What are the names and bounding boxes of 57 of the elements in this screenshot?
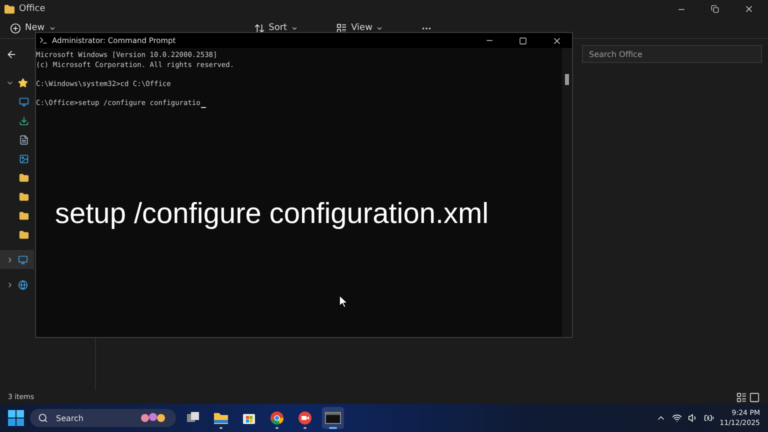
folder-icon [19,230,29,240]
volume-icon[interactable] [688,413,698,423]
camera-icon [298,411,312,425]
sort-icon [254,22,265,34]
restore-icon [711,5,719,13]
folder-icon [19,192,29,202]
scrollbar-thumb[interactable] [565,74,569,85]
plus-icon [10,22,21,34]
close-icon [744,4,754,14]
desktop-icon [19,96,29,106]
battery-icon[interactable] [704,413,714,423]
tiles-view-icon[interactable] [749,392,760,402]
browser-icon [270,411,284,425]
search-icon [38,413,48,423]
maximize-icon [519,36,527,44]
details-view-icon[interactable] [736,392,747,402]
chevron-icon[interactable] [6,256,14,264]
download-icon [19,116,29,126]
store-icon [242,411,256,425]
text-cursor [201,106,206,108]
window-title: Office [19,4,46,14]
sidebar-item[interactable] [0,250,34,269]
search-field[interactable]: Search Office [582,45,762,63]
folder-icon [4,4,15,14]
network-icon [18,280,28,290]
console-icon [39,36,48,45]
wifi-icon[interactable] [672,413,682,423]
folder-icon [19,210,29,220]
dropdown-icon [291,24,298,32]
running-indicator [220,427,222,429]
running-indicator [304,427,306,429]
caption: setup /configure configuration.xml [55,198,489,231]
balloons-icon [140,412,168,424]
running-indicator [329,427,337,429]
picture-icon [19,154,29,164]
start-icon[interactable] [8,410,24,426]
folder-icon [19,172,29,182]
back-icon[interactable] [6,48,17,60]
dropdown-icon [376,24,384,32]
star-icon [18,78,28,88]
dropdown-icon [48,24,56,32]
taskbar-search-bar[interactable]: Search [30,409,176,427]
close-icon [552,36,562,46]
running-indicator [276,427,278,429]
chevron-icon[interactable] [6,280,14,288]
new-button[interactable]: New [10,22,56,34]
view-button[interactable]: View [336,22,384,34]
document-icon [19,134,29,144]
sort-button[interactable]: Sort [254,22,298,34]
mouse-pointer-icon [339,295,348,308]
monitor-icon [18,254,28,264]
terminal-icon [325,412,341,424]
folder-icon [213,411,229,425]
taskbar-app[interactable] [322,407,344,429]
view-icon [336,22,348,34]
search-input[interactable]: Search [54,412,134,424]
task-view-icon [186,411,200,425]
